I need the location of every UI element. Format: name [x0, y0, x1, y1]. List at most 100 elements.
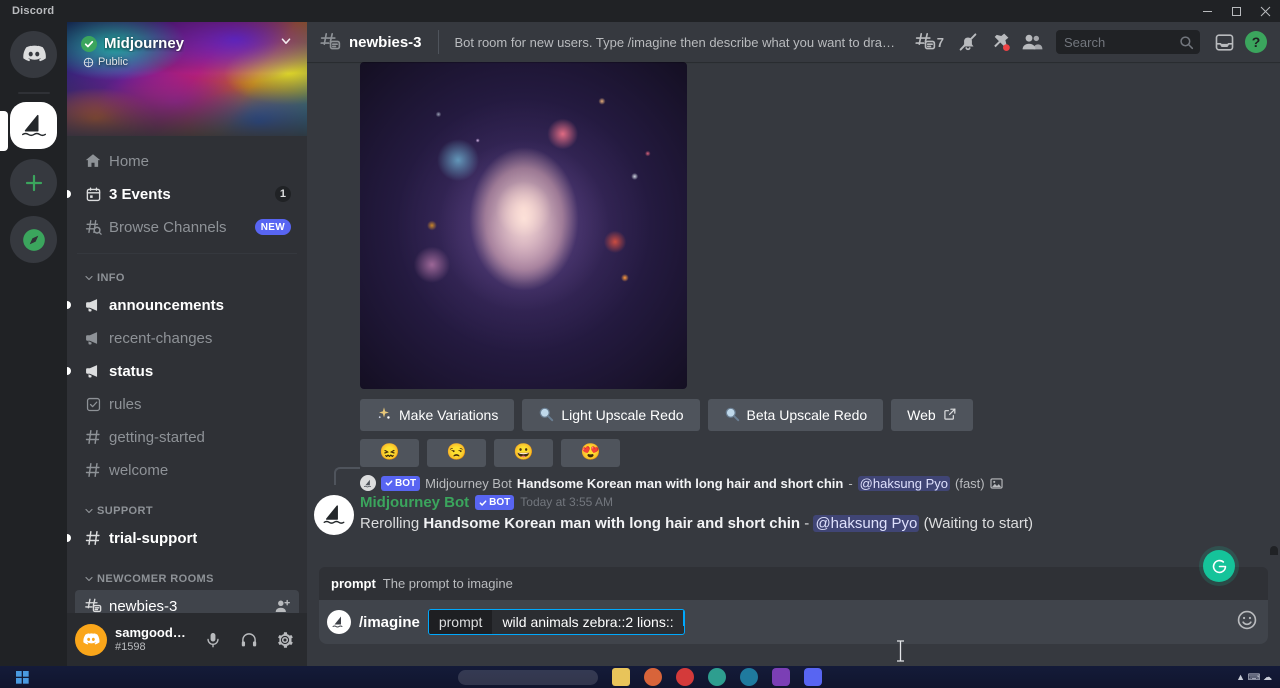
taskbar-app-browser[interactable]	[644, 668, 663, 686]
reaction-smiling-face-with-hearts[interactable]: 😍	[561, 439, 620, 467]
magnifier-icon	[538, 406, 554, 425]
sidebar-item-status[interactable]: status	[67, 355, 299, 387]
prompt-input-value[interactable]: wild animals zebra::2 lions::	[492, 610, 681, 634]
compass-icon[interactable]	[10, 216, 57, 263]
microphone-icon[interactable]	[199, 626, 227, 654]
make-variations-button[interactable]: Make Variations	[360, 399, 515, 431]
members-icon[interactable]	[1016, 26, 1048, 58]
message-mention[interactable]: @haksung Pyo	[813, 514, 920, 532]
reply-prompt: Handsome Korean man with long hair and s…	[516, 475, 844, 491]
light-upscale-redo-button[interactable]: Light Upscale Redo	[522, 399, 700, 431]
taskbar-app-media[interactable]	[772, 668, 791, 686]
sidebar-item-announcements[interactable]: announcements	[67, 289, 299, 321]
taskbar-app-discord[interactable]	[804, 668, 823, 686]
inbox-icon[interactable]	[1208, 26, 1240, 58]
search-input[interactable]	[1064, 34, 1179, 50]
message-scrollbar[interactable]	[1270, 102, 1278, 555]
bot-tag-label: BOT	[489, 497, 511, 509]
button-label: Make Variations	[399, 407, 499, 423]
reply-reference[interactable]: BOT Midjourney Bot Handsome Korean man w…	[307, 467, 1280, 491]
reaction-grinning-face[interactable]: 😀	[494, 439, 553, 467]
server-banner[interactable]: Midjourney Public	[67, 22, 307, 136]
message-composer[interactable]: /imagine prompt wild animals zebra::2 li…	[319, 600, 1268, 644]
sidebar-item-home[interactable]: Home	[75, 145, 299, 177]
sailboat-icon[interactable]	[10, 102, 57, 149]
user-discriminator: #1598	[115, 640, 146, 653]
unread-indicator	[67, 534, 71, 542]
sidebar-item-newbies-3[interactable]: newbies-3	[75, 590, 299, 613]
sidebar-item-recent-changes[interactable]: recent-changes	[75, 322, 299, 354]
channel-header: newbies-3 Bot room for new users. Type /…	[307, 22, 1280, 62]
category-newcomer-rooms[interactable]: NEWCOMER ROOMS	[67, 555, 307, 589]
sidebar-item-trial-support[interactable]: trial-support	[67, 522, 299, 554]
window-titlebar: Discord	[0, 0, 1280, 22]
channel-label: newbies-3	[109, 597, 178, 614]
image-attachment-icon	[990, 477, 1003, 490]
reaction-confounded-face[interactable]: 😖	[360, 439, 419, 467]
reply-spine	[334, 467, 360, 485]
scrollbar-thumb[interactable]	[1270, 546, 1278, 555]
pin-icon[interactable]	[984, 26, 1016, 58]
server-header[interactable]: Midjourney	[67, 22, 307, 53]
rules-channel-icon	[83, 396, 103, 413]
web-button[interactable]: Web	[891, 399, 973, 431]
channel-label: announcements	[109, 296, 225, 314]
sidebar-item-browse-channels[interactable]: Browse Channels NEW	[75, 211, 299, 243]
command-argument-input[interactable]: prompt wild animals zebra::2 lions::	[427, 609, 685, 635]
start-button[interactable]	[0, 670, 44, 684]
announcement-channel-icon	[83, 296, 103, 314]
server-rail-item-midjourney[interactable]	[0, 102, 67, 159]
threads-icon[interactable]	[909, 26, 941, 58]
sidebar-item-rules[interactable]: rules	[75, 388, 299, 420]
avatar[interactable]	[75, 623, 107, 656]
sidebar-item-events[interactable]: 3 Events 1	[67, 178, 299, 210]
server-rail-item-home[interactable]	[0, 31, 67, 88]
gear-icon[interactable]	[271, 626, 299, 654]
rail-divider	[17, 92, 50, 94]
discord-logo-icon[interactable]	[10, 31, 57, 78]
help-icon[interactable]: ?	[1240, 26, 1272, 58]
category-info[interactable]: INFO	[67, 254, 307, 288]
message-timestamp: Today at 3:55 AM	[520, 494, 614, 509]
main-content: newbies-3 Bot room for new users. Type /…	[307, 22, 1280, 666]
user-info[interactable]: samgoodw... #1598	[115, 626, 191, 654]
system-tray[interactable]: ▲ ⌨ ☁	[1236, 672, 1280, 683]
globe-icon	[83, 57, 94, 67]
server-rail	[0, 22, 67, 666]
grammarly-icon[interactable]	[1203, 550, 1235, 582]
taskbar-search-box[interactable]	[458, 669, 599, 685]
chevron-down-icon	[85, 275, 93, 281]
server-rail-item-add-server[interactable]	[0, 159, 67, 216]
reaction-unamused-face[interactable]: 😒	[427, 439, 486, 467]
taskbar-app-office[interactable]	[708, 668, 727, 686]
message-status: (Waiting to start)	[923, 514, 1034, 532]
channel-label: getting-started	[109, 428, 205, 446]
close-button[interactable]	[1251, 0, 1280, 22]
chevron-down-icon	[85, 508, 93, 514]
midjourney-generated-image[interactable]	[360, 62, 687, 389]
search-input-wrapper[interactable]	[1056, 30, 1200, 54]
category-support[interactable]: SUPPORT	[67, 487, 307, 521]
sidebar-item-welcome[interactable]: welcome	[75, 454, 299, 486]
server-rail-item-explore[interactable]	[0, 216, 67, 273]
message-author[interactable]: Midjourney Bot	[360, 493, 469, 513]
sidebar-item-getting-started[interactable]: getting-started	[75, 421, 299, 453]
reply-mention[interactable]: @haksung Pyo	[857, 475, 951, 491]
beta-upscale-redo-button[interactable]: Beta Upscale Redo	[707, 399, 884, 431]
chevron-down-icon[interactable]	[279, 34, 293, 53]
user-panel: samgoodw... #1598	[67, 613, 307, 666]
message-prompt: Handsome Korean man with long hair and s…	[423, 514, 801, 532]
channel-topic[interactable]: Bot room for new users. Type /imagine th…	[454, 35, 900, 50]
invite-member-icon[interactable]	[274, 598, 291, 614]
taskbar-app-explorer[interactable]	[612, 668, 631, 686]
maximize-button[interactable]	[1222, 0, 1251, 22]
tray-icons[interactable]: ▲ ⌨ ☁	[1236, 672, 1272, 683]
emoji-picker-icon[interactable]	[1236, 609, 1258, 635]
minimize-button[interactable]	[1193, 0, 1222, 22]
headphones-icon[interactable]	[235, 626, 263, 654]
bell-muted-icon[interactable]	[952, 26, 984, 58]
taskbar-app-teams[interactable]	[740, 668, 759, 686]
avatar[interactable]	[313, 495, 354, 535]
plus-icon[interactable]	[10, 159, 57, 206]
taskbar-app-mail[interactable]	[676, 668, 695, 686]
